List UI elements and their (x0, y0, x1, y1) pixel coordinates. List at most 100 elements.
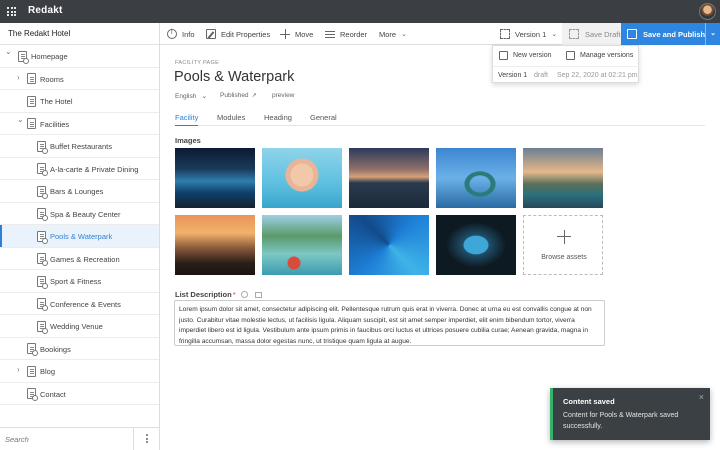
language-selector[interactable]: English ⌄ (175, 92, 207, 101)
tab-modules[interactable]: Modules (217, 113, 245, 126)
sidebar-item-conference-events[interactable]: Conference & Events (0, 293, 159, 315)
move-button[interactable]: Move (280, 23, 313, 45)
info-icon (167, 29, 177, 39)
close-icon[interactable]: × (699, 392, 704, 402)
sidebar-item-label: Blog (40, 367, 56, 376)
sidebar-item-sport-fitness[interactable]: Sport & Fitness (0, 270, 159, 293)
sidebar-item-label: Facilities (40, 119, 70, 129)
page-icon (27, 365, 36, 377)
more-options-icon[interactable] (146, 434, 148, 444)
brand-logo: Redakt (28, 5, 63, 16)
list-description-label: List Description * (175, 290, 262, 299)
sidebar-item-label: Homepage (31, 52, 68, 61)
sidebar-item-facilities[interactable]: ⌄ Facilities (0, 113, 159, 135)
sidebar-item-label: Pools & Waterpark (50, 232, 113, 241)
facility-page-icon (37, 163, 48, 176)
publish-options-chevron-icon[interactable]: ⌄ (705, 23, 720, 45)
sidebar-item-bars-lounges[interactable]: Bars & Lounges (0, 180, 159, 203)
edit-icon (206, 29, 216, 39)
tree-search-input[interactable] (0, 428, 134, 450)
image-thumbnail-aerial-pool[interactable] (349, 215, 429, 275)
toast-title: Content saved (563, 397, 615, 406)
manage-versions-icon (566, 51, 575, 60)
sidebar-item-label: The Hotel (40, 97, 73, 106)
info-button[interactable]: Info (167, 23, 195, 45)
sidebar-item-label: Sport & Fitness (50, 277, 102, 286)
sidebar-item-homepage[interactable]: ⌄ Homepage (0, 45, 159, 68)
sidebar-item-spa-beauty-center[interactable]: Spa & Beauty Center (0, 203, 159, 225)
version-list-item[interactable]: Version 1 draft Sep 22, 2020 at 02:21 pm (493, 66, 640, 84)
app-grid-icon[interactable] (7, 7, 16, 16)
user-avatar[interactable] (699, 3, 716, 20)
image-thumbnail-child-in-pool[interactable] (262, 148, 342, 208)
image-thumbnail-palm-sunset[interactable] (175, 215, 255, 275)
facility-page-icon (37, 230, 48, 244)
image-thumbnail-resort-sunset[interactable] (349, 148, 429, 208)
tab-heading[interactable]: Heading (264, 113, 292, 126)
external-link-icon: ↗ (251, 93, 257, 99)
reorder-icon (325, 29, 335, 39)
sidebar-item-blog[interactable]: › Blog (0, 360, 159, 383)
home-page-icon (18, 50, 29, 64)
content-tree: ⌄ Homepage › Rooms The Hotel ⌄ Facilities Buffe… (0, 45, 159, 405)
chevron-down-icon[interactable]: ⌄ (5, 48, 12, 56)
flag-icon[interactable] (254, 291, 262, 298)
more-menu-button[interactable]: More ⌄ (379, 23, 407, 45)
chevron-down-icon[interactable]: ⌄ (17, 115, 24, 123)
version-icon (500, 29, 510, 39)
version-dropdown-button[interactable]: Version 1 ⌄ (500, 23, 557, 45)
site-title: The Redakt Hotel (0, 23, 159, 45)
sidebar-item-wedding-venue[interactable]: Wedding Venue (0, 315, 159, 338)
sidebar-item-label: Bars & Lounges (50, 187, 104, 196)
sidebar-item-buffet-restaurants[interactable]: Buffet Restaurants (0, 135, 159, 158)
sidebar-item-label: Rooms (40, 74, 64, 84)
sidebar-item-bookings[interactable]: Bookings (0, 338, 159, 360)
page-icon (27, 73, 36, 84)
sidebar-item-games-recreation[interactable]: Games & Recreation (0, 248, 159, 270)
manage-versions-button[interactable]: Manage versions (566, 46, 633, 65)
page-icon (27, 118, 36, 129)
sidebar-item-label: Contact (40, 389, 66, 399)
edit-properties-button[interactable]: Edit Properties (206, 23, 270, 45)
images-label: Images (175, 136, 201, 145)
sidebar-item-label: Spa & Beauty Center (50, 209, 121, 219)
browse-assets-button[interactable]: Browse assets (523, 215, 603, 275)
sidebar-item-the-hotel[interactable]: The Hotel (0, 90, 159, 113)
sidebar-item-a-la-carte-private-dining[interactable]: A-la-carte & Private Dining (0, 158, 159, 180)
sidebar-item-label: Conference & Events (50, 299, 121, 309)
publish-icon (627, 29, 637, 39)
sidebar-item-rooms[interactable]: › Rooms (0, 68, 159, 90)
save-and-publish-button[interactable]: Save and Publish ⌄ (621, 23, 720, 45)
image-thumbnail-night-pool-aerial[interactable] (436, 215, 516, 275)
facility-page-icon (37, 140, 48, 154)
draft-icon (569, 29, 579, 39)
image-thumbnail-waterslide[interactable] (436, 148, 516, 208)
content-tabs: Facility Modules Heading General (175, 110, 705, 126)
page-title: Pools & Waterpark (174, 69, 295, 85)
sidebar-item-label: Wedding Venue (50, 322, 103, 331)
reorder-button[interactable]: Reorder (325, 23, 367, 45)
chevron-right-icon[interactable]: › (17, 73, 23, 81)
image-thumbnail-pool-night[interactable] (175, 148, 255, 208)
facility-page-icon (37, 298, 48, 311)
sidebar-item-label: Games & Recreation (50, 254, 120, 264)
published-link[interactable]: Published ↗ (220, 92, 257, 99)
preview-link[interactable]: preview (272, 92, 294, 99)
image-thumbnail-beach-resort[interactable] (523, 148, 603, 208)
chevron-right-icon[interactable]: › (17, 366, 23, 374)
chevron-down-icon: ⌄ (551, 31, 558, 38)
page-icon (27, 95, 36, 107)
page-toolbar: Info Edit Properties Move Reorder More ⌄… (160, 23, 720, 45)
sidebar-item-contact[interactable]: Contact (0, 383, 159, 405)
list-description-textarea[interactable]: Lorem ipsum dolor sit amet, consectetur … (174, 300, 605, 346)
sidebar-item-pools-waterpark[interactable]: Pools & Waterpark (0, 225, 159, 248)
image-thumbnail-waterpark[interactable] (262, 215, 342, 275)
save-draft-button[interactable]: Save Draft (562, 23, 622, 45)
new-version-icon (499, 51, 508, 60)
new-version-button[interactable]: New version (499, 46, 552, 65)
search-page-icon (27, 343, 38, 356)
info-icon[interactable] (240, 291, 248, 298)
sidebar-footer (0, 427, 160, 450)
tab-facility[interactable]: Facility (175, 113, 199, 126)
tab-general[interactable]: General (310, 113, 337, 126)
